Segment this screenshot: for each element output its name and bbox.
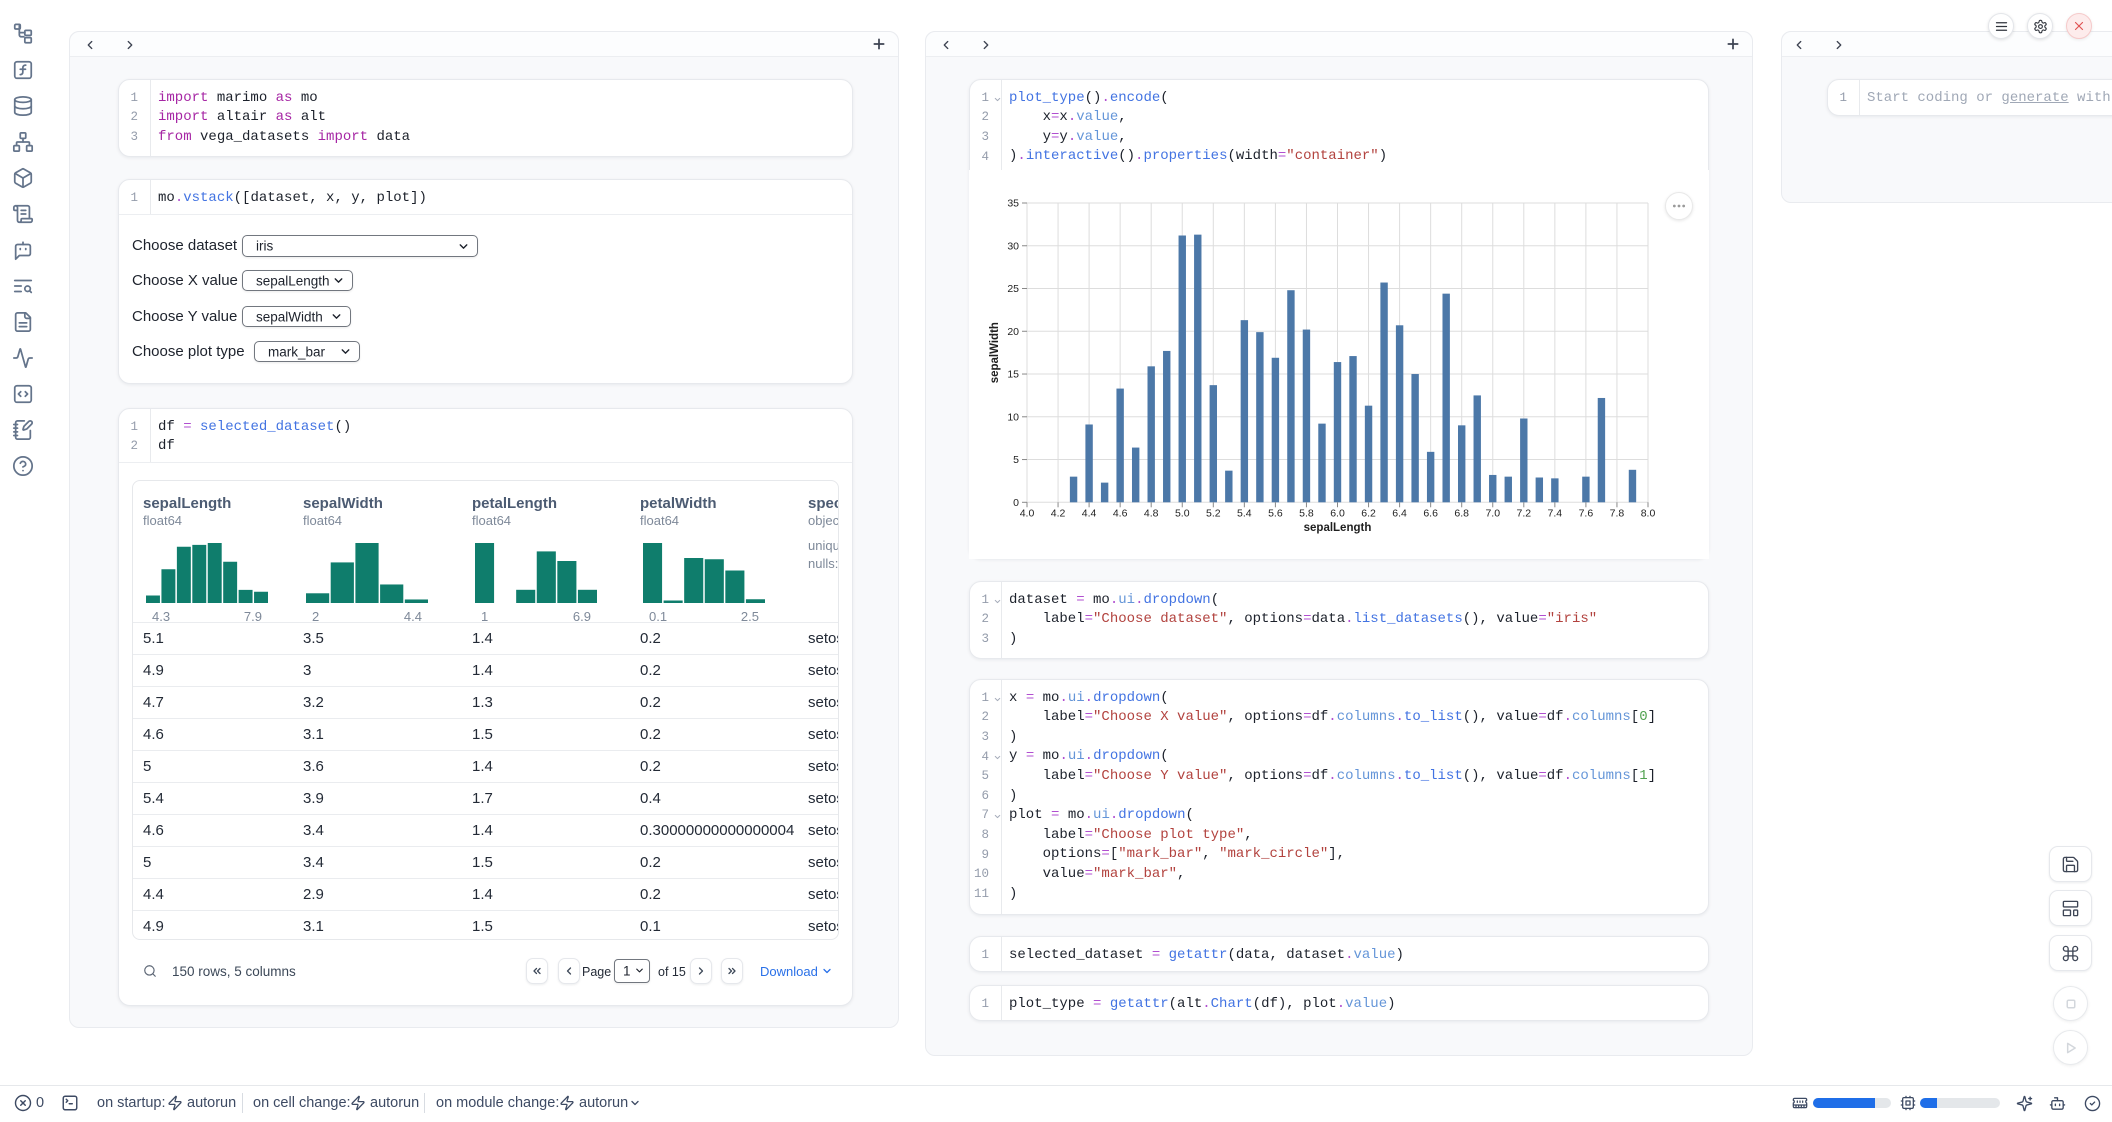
svg-text:20: 20: [1007, 326, 1019, 338]
svg-text:8.0: 8.0: [1641, 507, 1656, 519]
svg-text:5: 5: [1013, 454, 1019, 466]
svg-text:6.2: 6.2: [1361, 507, 1376, 519]
svg-text:7.2: 7.2: [1516, 507, 1531, 519]
svg-text:sepalWidth: sepalWidth: [989, 322, 1001, 383]
svg-text:4.4: 4.4: [1082, 507, 1097, 519]
svg-text:5.4: 5.4: [1237, 507, 1252, 519]
svg-text:5.6: 5.6: [1268, 507, 1283, 519]
svg-text:0: 0: [1013, 497, 1019, 509]
svg-text:5.8: 5.8: [1299, 507, 1314, 519]
svg-text:30: 30: [1007, 240, 1019, 252]
svg-text:7.8: 7.8: [1610, 507, 1625, 519]
svg-text:25: 25: [1007, 283, 1019, 295]
svg-text:6.0: 6.0: [1330, 507, 1345, 519]
svg-text:6.8: 6.8: [1454, 507, 1469, 519]
svg-text:35: 35: [1007, 198, 1019, 210]
svg-text:sepalLength: sepalLength: [1304, 522, 1372, 534]
svg-text:4.2: 4.2: [1051, 507, 1066, 519]
svg-text:4.0: 4.0: [1020, 507, 1035, 519]
svg-text:5.2: 5.2: [1206, 507, 1221, 519]
svg-text:15: 15: [1007, 369, 1019, 381]
svg-text:6.6: 6.6: [1423, 507, 1438, 519]
svg-text:4.8: 4.8: [1144, 507, 1159, 519]
svg-text:4.6: 4.6: [1113, 507, 1128, 519]
svg-text:7.4: 7.4: [1548, 507, 1563, 519]
svg-text:6.4: 6.4: [1392, 507, 1407, 519]
svg-text:7.6: 7.6: [1579, 507, 1594, 519]
svg-text:5.0: 5.0: [1175, 507, 1190, 519]
svg-text:7.0: 7.0: [1485, 507, 1500, 519]
svg-text:10: 10: [1007, 411, 1019, 423]
